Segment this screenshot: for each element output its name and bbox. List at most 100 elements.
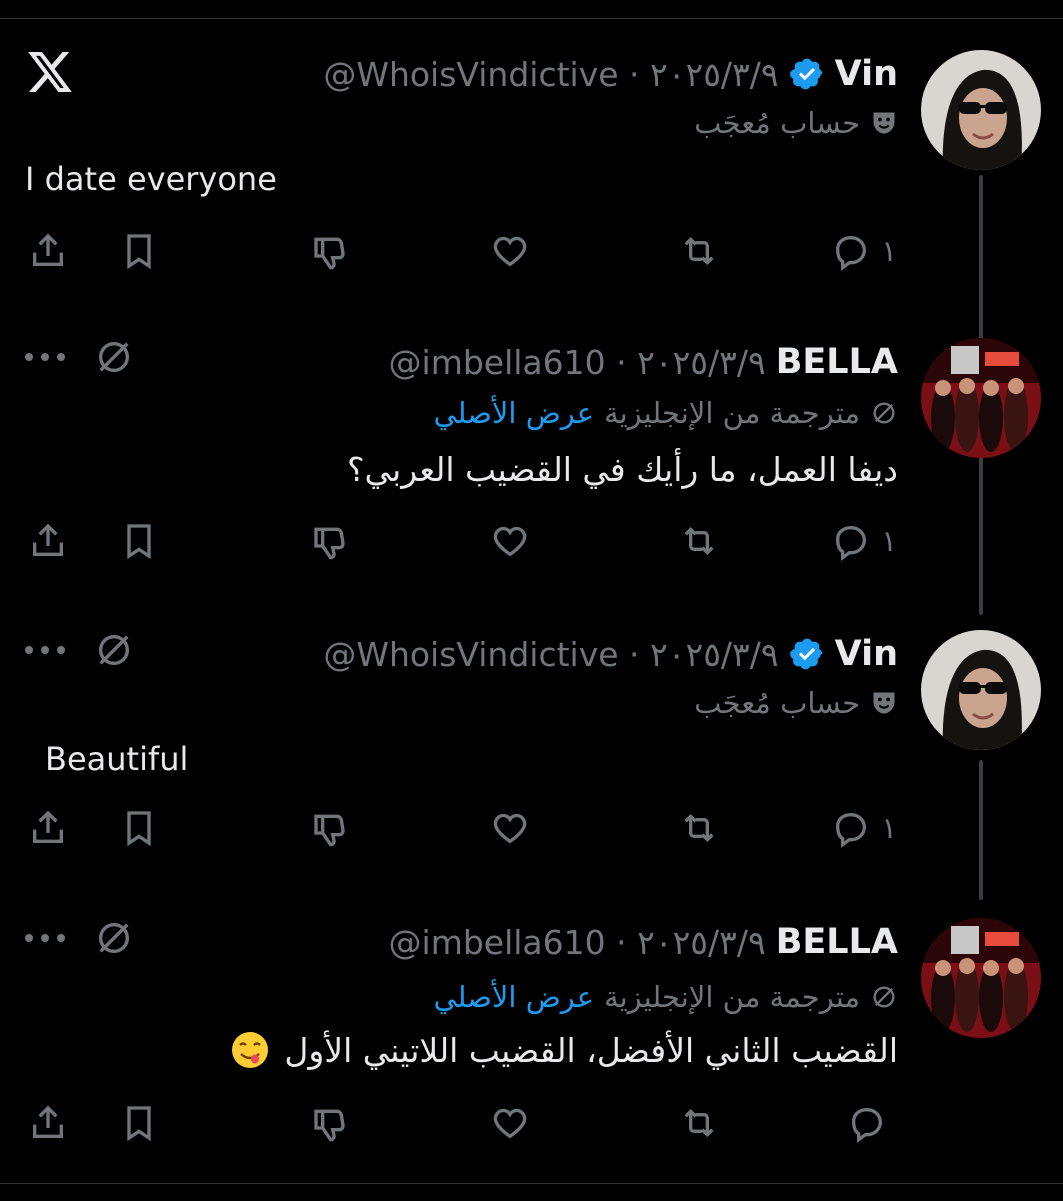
post-text: Beautiful <box>45 740 189 778</box>
share-button[interactable] <box>28 228 68 274</box>
dislike-button[interactable] <box>311 228 351 274</box>
bookmark-button[interactable] <box>119 805 159 851</box>
verified-badge-icon <box>789 58 822 90</box>
repost-button[interactable] <box>679 228 719 274</box>
bookmark-icon <box>127 1106 151 1142</box>
reply-icon <box>836 525 867 561</box>
translate-icon <box>873 402 895 424</box>
bottom-divider <box>0 1183 1063 1201</box>
translation-label: مترجمة من الإنجليزية عرض الأصلي <box>433 980 898 1014</box>
reply-icon <box>836 235 867 271</box>
share-button[interactable] <box>28 805 68 851</box>
dislike-icon <box>314 527 345 560</box>
bookmark-icon <box>127 524 151 560</box>
share-icon <box>33 810 63 843</box>
dislike-icon <box>314 237 345 270</box>
handle-and-date[interactable]: @WhoisVindictive · ٢٠٢٥/٣/٩ <box>323 55 778 94</box>
like-button[interactable] <box>490 805 530 851</box>
reply-button[interactable]: ١ <box>831 518 897 564</box>
show-original-link[interactable]: عرض الأصلي <box>433 396 594 430</box>
hide-translation-icon[interactable] <box>94 337 134 377</box>
post-text: I date everyone <box>25 160 277 198</box>
bookmark-button[interactable] <box>119 228 159 274</box>
fan-account-label: حساب مُعجَب <box>694 686 898 720</box>
like-icon <box>493 813 527 844</box>
repost-button[interactable] <box>679 1100 719 1146</box>
share-icon <box>33 1105 63 1138</box>
top-divider <box>0 0 1063 19</box>
more-options-icon[interactable] <box>25 645 69 655</box>
translated-from-text: مترجمة من الإنجليزية <box>604 396 860 430</box>
show-original-link[interactable]: عرض الأصلي <box>433 980 594 1014</box>
post-header: Vin @WhoisVindictive · ٢٠٢٥/٣/٩ <box>323 54 898 94</box>
like-button[interactable] <box>490 518 530 564</box>
theater-masks-icon <box>873 692 895 714</box>
dislike-button[interactable] <box>311 805 351 851</box>
dislike-button[interactable] <box>311 1100 351 1146</box>
translate-icon <box>873 986 895 1008</box>
bookmark-icon <box>127 234 151 270</box>
reply-count: ١ <box>881 811 897 845</box>
handle-and-date[interactable]: @imbella610 · ٢٠٢٥/٣/٩ <box>389 923 766 962</box>
display-name[interactable]: BELLA <box>776 342 898 382</box>
post-header: BELLA @imbella610 · ٢٠٢٥/٣/٩ <box>389 922 898 962</box>
bookmark-icon <box>127 811 151 847</box>
translated-from-text: مترجمة من الإنجليزية <box>604 980 860 1014</box>
verified-badge-icon <box>789 638 822 670</box>
dislike-icon <box>314 814 345 847</box>
post-header: BELLA @imbella610 · ٢٠٢٥/٣/٩ <box>389 342 898 382</box>
action-bar: ١ <box>0 805 1063 851</box>
bookmark-button[interactable] <box>119 518 159 564</box>
like-icon <box>493 236 527 267</box>
more-options-icon[interactable] <box>25 352 69 362</box>
hide-translation-icon[interactable] <box>94 918 134 958</box>
reply-icon <box>851 1107 883 1143</box>
share-icon <box>33 233 63 266</box>
action-bar <box>0 1100 1063 1146</box>
fan-account-text: حساب مُعجَب <box>694 106 860 140</box>
handle-and-date[interactable]: @WhoisVindictive · ٢٠٢٥/٣/٩ <box>323 635 778 674</box>
repost-button[interactable] <box>679 805 719 851</box>
share-button[interactable] <box>28 518 68 564</box>
repost-button[interactable] <box>679 518 719 564</box>
repost-icon <box>684 813 714 843</box>
bookmark-button[interactable] <box>119 1100 159 1146</box>
face-savoring-food-emoji <box>232 1032 269 1068</box>
avatar[interactable] <box>921 50 1041 170</box>
share-button[interactable] <box>28 1100 68 1146</box>
reply-icon <box>836 812 867 848</box>
share-icon <box>33 523 63 556</box>
post-text: ديفا العمل، ما رأيك في القضيب العربي؟ <box>347 450 898 489</box>
like-button[interactable] <box>490 228 530 274</box>
dislike-button[interactable] <box>311 518 351 564</box>
repost-icon <box>684 1108 714 1138</box>
like-button[interactable] <box>490 1100 530 1146</box>
fan-account-text: حساب مُعجَب <box>694 686 860 720</box>
reply-button[interactable] <box>847 1100 897 1146</box>
dislike-icon <box>314 1109 345 1142</box>
display-name[interactable]: Vin <box>835 54 898 94</box>
repost-icon <box>684 236 714 266</box>
repost-icon <box>684 526 714 556</box>
more-options-icon[interactable] <box>25 933 69 943</box>
handle-and-date[interactable]: @imbella610 · ٢٠٢٥/٣/٩ <box>389 343 766 382</box>
action-bar: ١ <box>0 228 1063 274</box>
like-icon <box>493 1108 527 1139</box>
fan-account-label: حساب مُعجَب <box>694 106 898 140</box>
avatar[interactable] <box>921 630 1041 750</box>
translation-label: مترجمة من الإنجليزية عرض الأصلي <box>433 396 898 430</box>
post-text-container: القضيب الثاني الأفضل، القضيب اللاتيني ال… <box>230 1030 898 1070</box>
theater-masks-icon <box>873 112 895 134</box>
reply-button[interactable]: ١ <box>831 805 897 851</box>
post-header: Vin @WhoisVindictive · ٢٠٢٥/٣/٩ <box>323 634 898 674</box>
post-text: القضيب الثاني الأفضل، القضيب اللاتيني ال… <box>284 1030 898 1070</box>
reply-count: ١ <box>881 234 897 268</box>
hide-translation-icon[interactable] <box>94 630 134 670</box>
action-bar: ١ <box>0 518 1063 564</box>
avatar[interactable] <box>921 918 1041 1038</box>
reply-count: ١ <box>881 524 897 558</box>
avatar[interactable] <box>921 338 1041 458</box>
reply-button[interactable]: ١ <box>831 228 897 274</box>
display-name[interactable]: Vin <box>835 634 898 674</box>
display-name[interactable]: BELLA <box>776 922 898 962</box>
